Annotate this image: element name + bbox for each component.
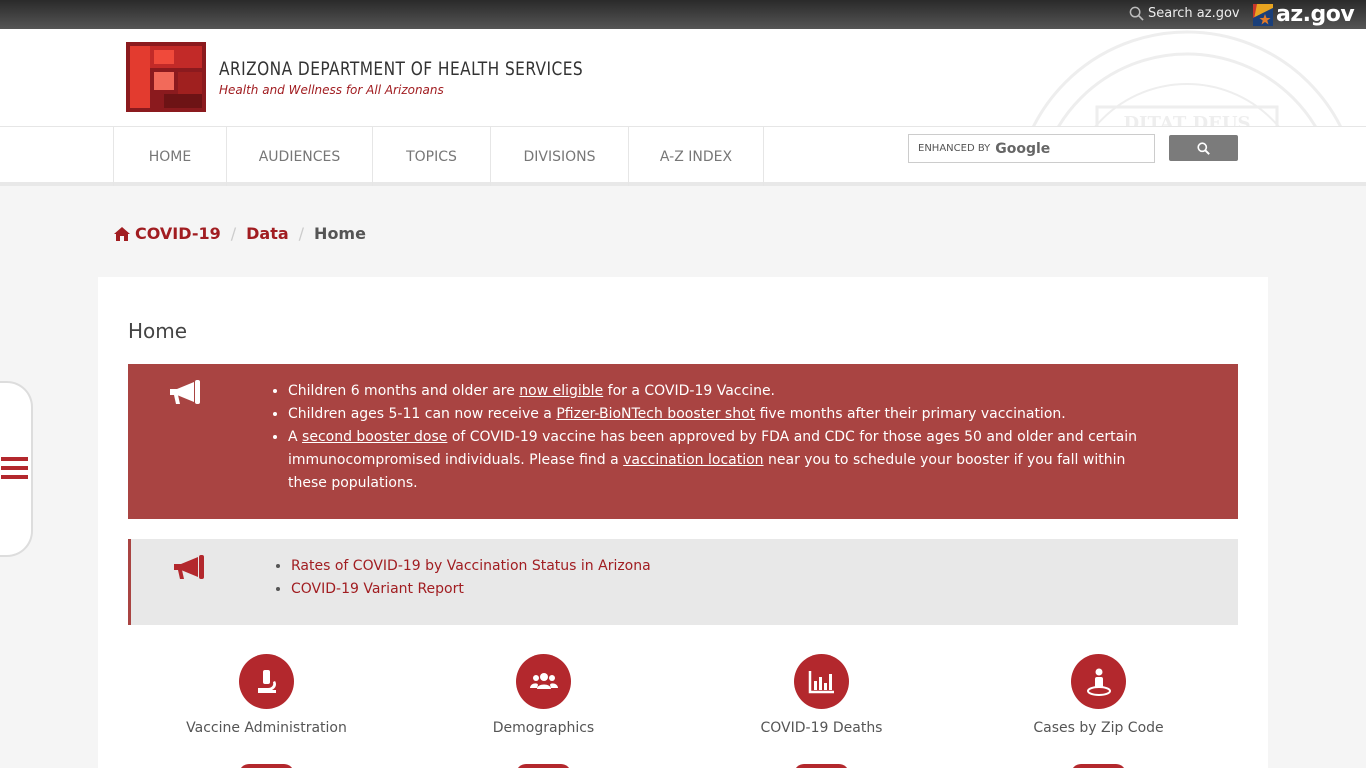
tile-icon-circle [239, 654, 294, 709]
tile-label: Vaccine Administration [186, 720, 347, 736]
hamburger-icon [1, 457, 28, 484]
alert-text: for a COVID-19 Vaccine. [603, 383, 776, 399]
az-gov-brand-text: az.gov [1276, 2, 1355, 27]
nav-menu: HOME AUDIENCES TOPICS DIVISIONS A-Z INDE… [113, 127, 764, 186]
tile-vaccine-administration[interactable]: Vaccine Administration [128, 654, 405, 736]
alert-item: A second booster dose of COVID-19 vaccin… [288, 426, 1168, 495]
main-navigation: HOME AUDIENCES TOPICS DIVISIONS A-Z INDE… [0, 126, 1366, 186]
reports-alert-banner: Rates of COVID-19 by Vaccination Status … [128, 539, 1238, 625]
breadcrumb-current: Home [314, 224, 366, 243]
alert-text: A [288, 429, 303, 445]
variant-report-link[interactable]: COVID-19 Variant Report [291, 581, 464, 597]
google-brand: Google [995, 140, 1051, 157]
arizona-flag-icon [1253, 3, 1273, 26]
breadcrumb-separator: / [230, 224, 237, 243]
tile-icon-circle [1071, 654, 1126, 709]
next-row-tile-edge [794, 764, 849, 768]
breadcrumb-covid-19[interactable]: COVID-19 [135, 224, 221, 243]
nav-item-topics[interactable]: TOPICS [372, 127, 490, 186]
tile-cases-by-zip-code[interactable]: Cases by Zip Code [960, 654, 1237, 736]
users-icon [529, 672, 558, 689]
now-eligible-link[interactable]: now eligible [519, 383, 603, 399]
search-icon [1129, 6, 1144, 21]
microscope-icon [257, 669, 276, 693]
tile-demographics[interactable]: Demographics [405, 654, 682, 736]
agency-tagline: Health and Wellness for All Arizonans [219, 83, 444, 97]
search-prefix: ENHANCED BY [918, 143, 991, 154]
vaccination-location-link[interactable]: vaccination location [623, 452, 763, 468]
site-search-button[interactable] [1169, 135, 1238, 161]
tile-icon-circle [516, 654, 571, 709]
agency-branding: ARIZONA DEPARTMENT OF HEALTH SERVICES He… [219, 58, 624, 97]
breadcrumb-separator: / [298, 224, 305, 243]
bar-chart-icon [808, 670, 834, 693]
alert-list: Children 6 months and older are now elig… [288, 380, 1168, 495]
agency-name: ARIZONA DEPARTMENT OF HEALTH SERVICES [219, 58, 584, 80]
breadcrumb: COVID-19 / Data / Home [113, 224, 366, 243]
list-item: Rates of COVID-19 by Vaccination Status … [291, 555, 651, 578]
nav-item-audiences[interactable]: AUDIENCES [226, 127, 372, 186]
megaphone-icon [170, 380, 200, 404]
list-item: COVID-19 Variant Report [291, 578, 651, 601]
nav-item-home[interactable]: HOME [113, 127, 226, 186]
home-icon [114, 226, 130, 241]
az-gov-search-link[interactable]: Search az.gov [1129, 6, 1240, 21]
tile-label: COVID-19 Deaths [760, 720, 883, 736]
person-location-icon [1086, 668, 1111, 696]
megaphone-icon [174, 555, 204, 579]
second-booster-link[interactable]: second booster dose [302, 429, 447, 445]
tile-label: Demographics [492, 720, 595, 736]
alert-item: Children ages 5-11 can now receive a Pfi… [288, 403, 1168, 426]
alert-item: Children 6 months and older are now elig… [288, 380, 1168, 403]
vaccination-status-rates-link[interactable]: Rates of COVID-19 by Vaccination Status … [291, 558, 651, 574]
alert-text: Children 6 months and older are [288, 383, 520, 399]
tile-icon-circle [794, 654, 849, 709]
alert-text: Children ages 5-11 can now receive a [288, 406, 557, 422]
pfizer-booster-link[interactable]: Pfizer-BioNTech booster shot [556, 406, 755, 422]
site-search-input[interactable]: ENHANCED BY Google [908, 134, 1155, 163]
reports-list: Rates of COVID-19 by Vaccination Status … [291, 555, 651, 601]
adhs-logo[interactable] [126, 42, 206, 112]
az-gov-logo[interactable]: az.gov [1253, 2, 1355, 27]
vaccine-alert-banner: Children 6 months and older are now elig… [128, 364, 1238, 519]
search-icon [1197, 141, 1210, 155]
tile-label: Cases by Zip Code [1033, 720, 1164, 736]
next-row-tile-edge [1071, 764, 1126, 768]
state-seal-watermark: DITAT DEUS [1032, 30, 1342, 126]
breadcrumb-data[interactable]: Data [246, 224, 289, 243]
side-menu-toggle[interactable] [0, 381, 33, 557]
tile-covid-19-deaths[interactable]: COVID-19 Deaths [683, 654, 960, 736]
az-gov-search-label: Search az.gov [1148, 6, 1240, 21]
seal-motto: DITAT DEUS [1123, 113, 1250, 126]
nav-item-a-z-index[interactable]: A-Z INDEX [628, 127, 764, 186]
nav-item-divisions[interactable]: DIVISIONS [490, 127, 628, 186]
alert-text: five months after their primary vaccinat… [755, 406, 1066, 422]
page-title: Home [128, 319, 188, 343]
content-panel: Home Children 6 months and older are now… [98, 277, 1268, 768]
next-row-tile-edge [239, 764, 294, 768]
site-header: DITAT DEUS ARIZONA DEPARTMENT OF HEALTH … [0, 29, 1366, 126]
dashboard-tiles: Vaccine Administration Demographics COVI… [128, 654, 1238, 754]
next-row-tile-edge [516, 764, 571, 768]
az-gov-top-bar: Search az.gov az.gov [0, 0, 1366, 29]
